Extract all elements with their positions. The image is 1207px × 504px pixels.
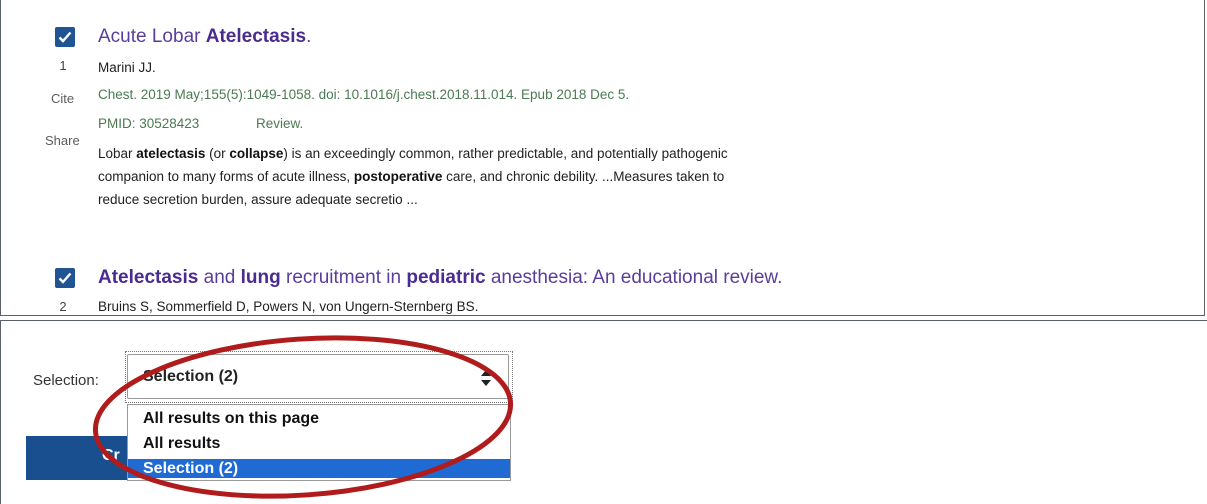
snippet-line: reduce secretion burden, assure adequate… xyxy=(98,188,898,211)
title-part: lung xyxy=(240,267,281,288)
selection-current-value: Selection (2) xyxy=(143,368,239,385)
selection-select[interactable]: Selection (2) xyxy=(125,351,513,403)
result-1-pmid: PMID: 30528423 xyxy=(98,116,200,131)
cite-button[interactable]: Cite xyxy=(51,91,74,106)
title-part: Atelectasis xyxy=(98,267,199,288)
result-1-title[interactable]: Acute Lobar Atelectasis. xyxy=(98,26,311,48)
result-2-title[interactable]: Atelectasis and lung recruitment in pedi… xyxy=(98,267,782,289)
create-button-label: Cr xyxy=(102,447,120,464)
sort-arrows-icon xyxy=(481,370,491,386)
share-button[interactable]: Share xyxy=(45,133,80,148)
title-part: . xyxy=(306,26,312,47)
snippet-part: postoperative xyxy=(353,169,443,184)
snippet-part: (or xyxy=(205,146,230,161)
option-selection[interactable]: Selection (2) xyxy=(128,459,510,478)
title-part: anesthesia: An educational review. xyxy=(485,267,783,288)
snippet-part: collapse xyxy=(229,146,284,161)
result-2-checkbox[interactable] xyxy=(55,268,75,288)
snippet-line: Lobar atelectasis (or collapse) is an ex… xyxy=(98,142,898,165)
snippet-line: companion to many forms of acute illness… xyxy=(98,165,898,188)
option-all-results[interactable]: All results xyxy=(128,434,510,453)
results-list: 1 Cite Share Acute Lobar Atelectasis. Ma… xyxy=(0,0,1205,316)
snippet-part: ) is an exceedingly common, rather predi… xyxy=(283,146,728,161)
title-part: Acute Lobar xyxy=(98,26,206,47)
selection-label: Selection: xyxy=(33,372,99,389)
title-part: pediatric xyxy=(406,267,486,288)
check-icon xyxy=(58,272,72,284)
result-1-checkbox[interactable] xyxy=(55,27,75,47)
snippet-part: reduce secretion burden, assure adequate… xyxy=(98,192,418,207)
result-1-authors: Marini JJ. xyxy=(98,60,156,75)
title-part: recruitment in xyxy=(280,267,407,288)
snippet-part: companion to many forms of acute illness… xyxy=(98,169,354,184)
result-1-pub-type: Review. xyxy=(256,116,304,131)
result-2-authors: Bruins S, Sommerfield D, Powers N, von U… xyxy=(98,299,479,314)
snippet-part: atelectasis xyxy=(136,146,206,161)
result-1-citation: Chest. 2019 May;155(5):1049-1058. doi: 1… xyxy=(98,87,630,102)
title-part: and xyxy=(198,267,241,288)
snippet-part: Lobar xyxy=(98,146,137,161)
option-all-results-on-page[interactable]: All results on this page xyxy=(128,409,510,428)
selection-dropdown-list: All results on this page All results Sel… xyxy=(127,404,511,481)
snippet-part: care, and chronic debility. ...Measures … xyxy=(442,169,725,184)
create-button[interactable]: Cr xyxy=(26,436,130,480)
result-1-snippet: Lobar atelectasis (or collapse) is an ex… xyxy=(98,142,898,211)
result-2-index: 2 xyxy=(59,299,67,314)
result-1-index: 1 xyxy=(59,58,67,73)
check-icon xyxy=(58,31,72,43)
title-part: Atelectasis xyxy=(205,26,307,47)
